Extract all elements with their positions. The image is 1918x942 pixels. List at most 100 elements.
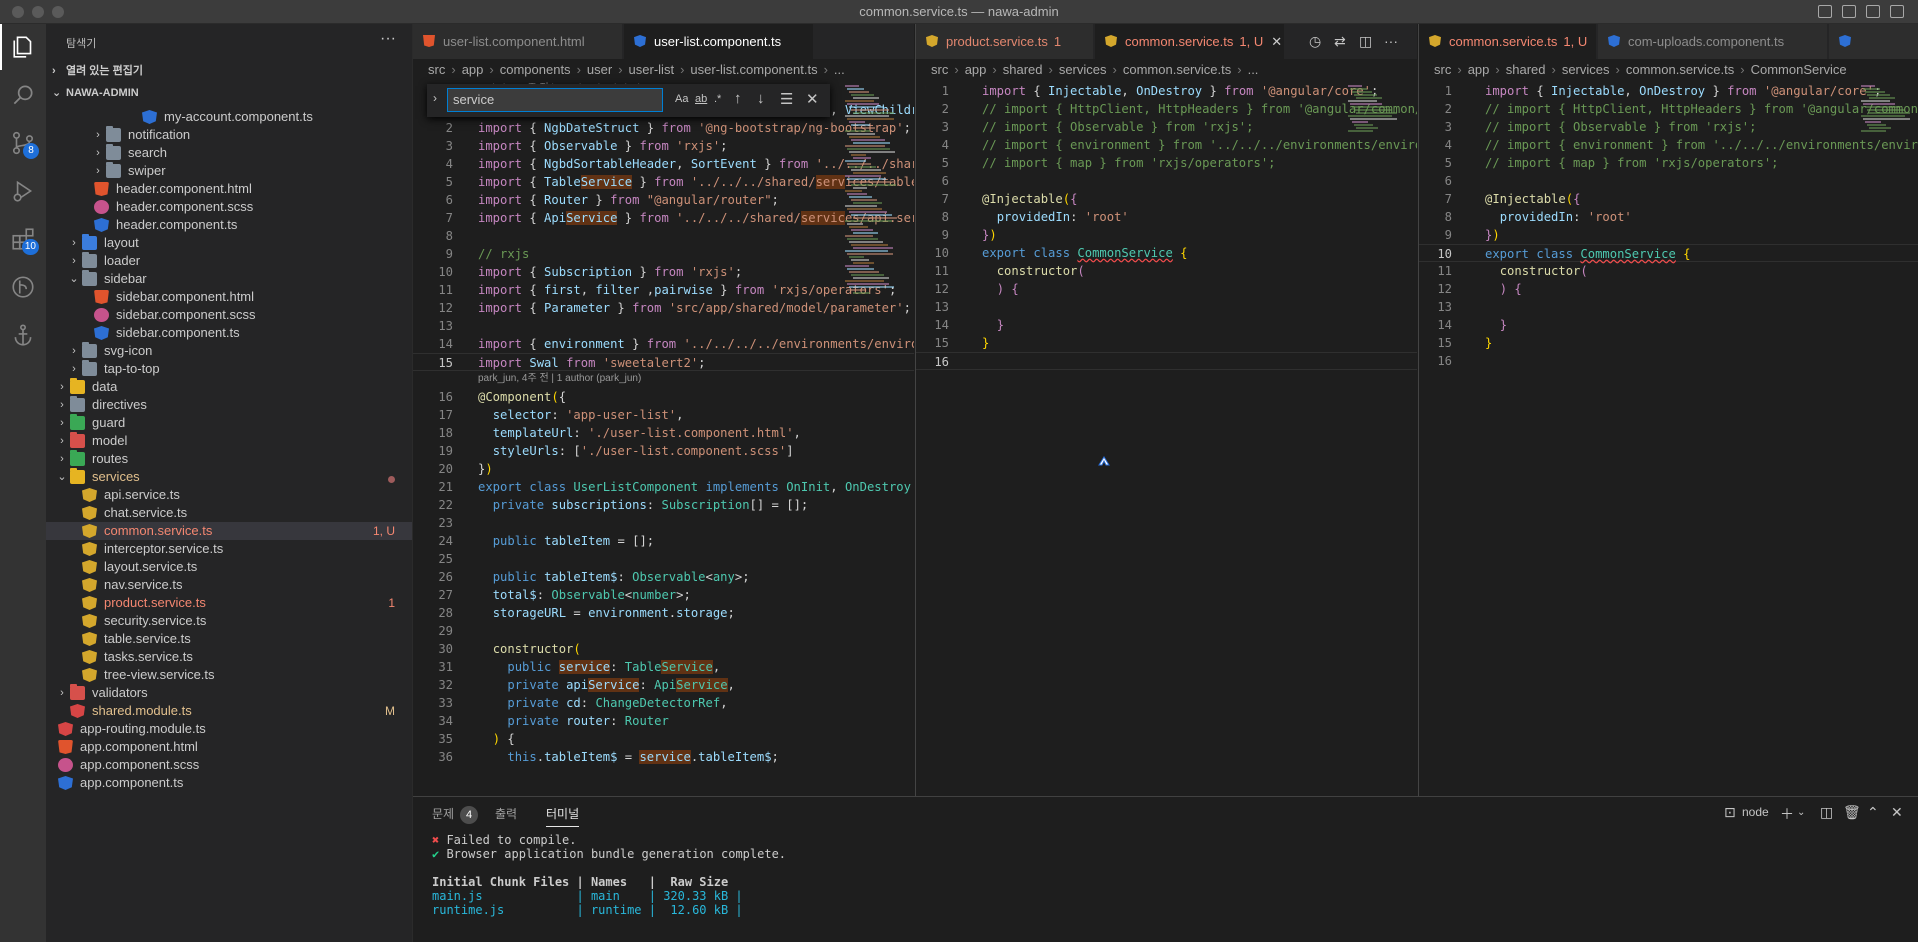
match-word-button[interactable]: ab <box>695 93 707 105</box>
code-line[interactable]: 30 constructor( <box>413 640 914 658</box>
breadcrumb-item[interactable]: CommonService <box>1751 62 1847 77</box>
code-line[interactable]: 14 import { environment } from '../../../… <box>413 335 914 353</box>
breadcrumb-item[interactable]: app <box>462 62 484 77</box>
tree-item[interactable]: › data <box>46 378 412 396</box>
tab-user-list-ts[interactable]: user-list.component.ts <box>624 24 814 59</box>
code-line[interactable]: 5 import { TableService } from '../../../… <box>413 173 914 191</box>
code-line[interactable]: 14 } <box>916 316 1417 334</box>
extensions-button[interactable]: 10 <box>0 216 46 262</box>
tree-item[interactable]: sidebar.component.scss <box>46 306 412 324</box>
anchor-button[interactable] <box>0 312 46 358</box>
code-line[interactable]: 24 public tableItem = []; <box>413 532 914 550</box>
code-line[interactable]: 3 // import { Observable } from 'rxjs'; <box>1419 118 1918 136</box>
git-graph-button[interactable] <box>0 264 46 310</box>
code-line[interactable]: 13 <box>916 298 1417 316</box>
code-line[interactable]: 4 import { NgbdSortableHeader, SortEvent … <box>413 155 914 173</box>
tree-item[interactable]: tasks.service.ts <box>46 648 412 666</box>
code-line[interactable]: 7 import { ApiService } from '../../../sh… <box>413 209 914 227</box>
tree-item[interactable]: app.component.scss <box>46 756 412 774</box>
tree-item[interactable]: › notification <box>46 126 412 144</box>
split-editor-icon[interactable]: ◫ <box>1359 24 1372 59</box>
tree-item[interactable]: app.component.ts <box>46 774 412 792</box>
tree-item[interactable]: layout.service.ts <box>46 558 412 576</box>
breadcrumb-item[interactable]: services <box>1562 62 1610 77</box>
more-actions-icon[interactable]: ··· <box>1384 24 1398 59</box>
find-in-selection-icon[interactable]: ☰ <box>780 90 793 108</box>
code-line[interactable]: 2 import { NgbDateStruct } from '@ng-boot… <box>413 119 914 137</box>
code-line[interactable]: 11 constructor( <box>916 262 1417 280</box>
tree-item[interactable]: › swiper <box>46 162 412 180</box>
breadcrumb-item[interactable]: common.service.ts <box>1626 62 1734 77</box>
minimap[interactable] <box>1346 81 1404 796</box>
breadcrumb-item[interactable]: shared <box>1506 62 1546 77</box>
tree-item[interactable]: › loader <box>46 252 412 270</box>
code-line[interactable]: 11 import { first, filter ,pairwise } fro… <box>413 281 914 299</box>
new-terminal-icon[interactable]: ＋ <box>1780 804 1794 824</box>
tree-item[interactable]: app.component.html <box>46 738 412 756</box>
breadcrumb-item[interactable]: src <box>931 62 948 77</box>
code-line[interactable]: 33 private cd: ChangeDetectorRef, <box>413 694 914 712</box>
workspace-section[interactable]: ⌄ NAWA-ADMIN <box>46 82 412 104</box>
code-line[interactable]: 9}) <box>1419 226 1918 244</box>
open-editors-section[interactable]: › 열려 있는 편집기 <box>46 60 412 82</box>
tree-item[interactable]: sidebar.component.html <box>46 288 412 306</box>
tree-item[interactable]: chat.service.ts <box>46 504 412 522</box>
tree-item[interactable]: › model <box>46 432 412 450</box>
code-line[interactable]: 6 <box>1419 172 1918 190</box>
code-line[interactable]: 9 // rxjs <box>413 245 914 263</box>
tree-item[interactable]: › layout <box>46 234 412 252</box>
tab-common-service[interactable]: common.service.ts 1, U <box>1419 24 1597 59</box>
tab-terminal[interactable]: 터미널 <box>546 805 580 827</box>
close-find-icon[interactable]: ✕ <box>806 90 819 108</box>
code-line[interactable]: 34 private router: Router <box>413 712 914 730</box>
explorer-button[interactable] <box>0 24 46 70</box>
code-line[interactable]: 35 ) { <box>413 730 914 748</box>
code-line[interactable]: 4// import { environment } from '../../.… <box>916 136 1417 154</box>
match-case-button[interactable]: Aa <box>675 93 688 105</box>
breadcrumb-item[interactable]: user-list.component.ts <box>690 62 817 77</box>
code-line[interactable]: 3 // import { Observable } from 'rxjs'; <box>916 118 1417 136</box>
tree-item[interactable]: › tap-to-top <box>46 360 412 378</box>
code-line[interactable]: 23 <box>413 514 914 532</box>
tree-item[interactable]: header.component.scss <box>46 198 412 216</box>
code-editor[interactable]: 1 import { Injectable, OnDestroy } from '… <box>1419 81 1918 796</box>
breadcrumb-item[interactable]: app <box>1468 62 1490 77</box>
code-line[interactable]: 4// import { environment } from '../../.… <box>1419 136 1918 154</box>
tree-item[interactable]: api.service.ts <box>46 486 412 504</box>
code-line[interactable]: 7 @Injectable({ <box>916 190 1417 208</box>
code-line[interactable]: 29 <box>413 622 914 640</box>
code-line[interactable]: 16 <box>916 352 1417 370</box>
tree-item[interactable]: shared.module.ts M <box>46 702 412 720</box>
code-line[interactable]: 8 providedIn: 'root' <box>1419 208 1918 226</box>
code-line[interactable]: 8 <box>413 227 914 245</box>
tab-output[interactable]: 출력 <box>495 805 517 822</box>
code-line[interactable]: 19 styleUrls: ['./user-list.component.sc… <box>413 442 914 460</box>
code-line[interactable]: 15} <box>1419 334 1918 352</box>
tree-item[interactable]: table.service.ts <box>46 630 412 648</box>
code-line[interactable]: 5 // import { map } from 'rxjs/operators'… <box>916 154 1417 172</box>
code-line[interactable]: 13 <box>413 317 914 335</box>
git-blame-annotation[interactable]: park_jun, 4주 전 | 1 author (park_jun) <box>478 371 641 387</box>
code-line[interactable]: 28 storageURL = environment.storage; <box>413 604 914 622</box>
code-line[interactable]: 15 import Swal from 'sweetalert2'; <box>413 353 914 371</box>
maximize-panel-icon[interactable]: ⌃ <box>1867 804 1879 821</box>
code-line[interactable]: 14 } <box>1419 316 1918 334</box>
toggle-replace-icon[interactable]: › <box>433 91 437 105</box>
code-editor[interactable]: 1 import { Injectable, OnDestroy } from '… <box>916 81 1417 796</box>
breadcrumb-item[interactable]: common.service.ts <box>1123 62 1231 77</box>
code-line[interactable]: 36 this.tableItem$ = service.tableItem$; <box>413 748 914 766</box>
code-line[interactable]: 13 <box>1419 298 1918 316</box>
tree-item[interactable]: nav.service.ts <box>46 576 412 594</box>
code-line[interactable]: 17 selector: 'app-user-list', <box>413 406 914 424</box>
breadcrumb-item[interactable]: app <box>965 62 987 77</box>
tree-item[interactable]: product.service.ts 1 <box>46 594 412 612</box>
tab-user-list-html[interactable]: user-list.component.html <box>413 24 623 59</box>
tree-item[interactable]: › svg-icon <box>46 342 412 360</box>
tree-item[interactable]: ⌄ services <box>46 468 412 486</box>
tree-item[interactable]: › search <box>46 144 412 162</box>
code-line[interactable]: 22 private subscriptions: Subscription[]… <box>413 496 914 514</box>
tree-item[interactable]: interceptor.service.ts <box>46 540 412 558</box>
toggle-panel-icon[interactable] <box>1842 5 1856 18</box>
terminal-shell-label[interactable]: node <box>1742 805 1769 819</box>
previous-match-icon[interactable]: ↑ <box>734 90 742 107</box>
